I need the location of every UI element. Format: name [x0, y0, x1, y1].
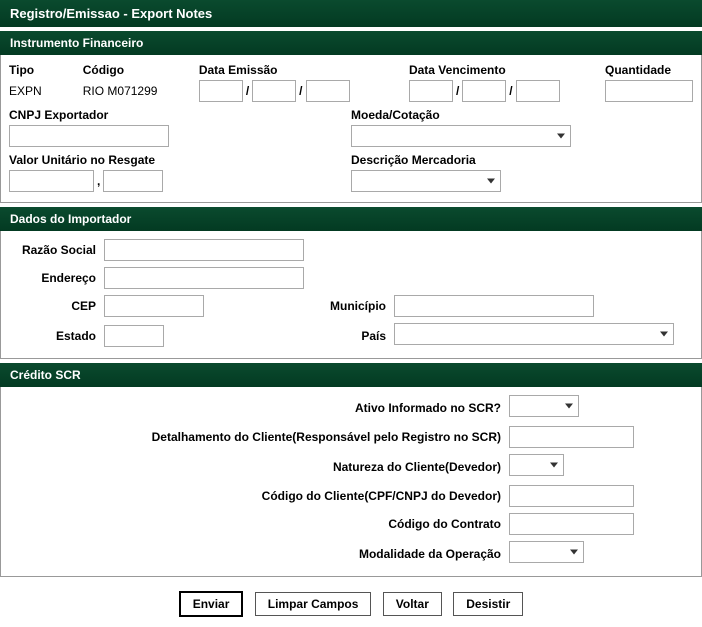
decimal-sep: , [94, 170, 103, 192]
data-venc-year[interactable] [516, 80, 560, 102]
detalhamento-input[interactable] [509, 426, 634, 448]
chevron-down-icon [660, 332, 668, 337]
chevron-down-icon [565, 404, 573, 409]
tipo-label: Tipo [9, 63, 61, 77]
estado-label: Estado [9, 329, 104, 343]
endereco-input[interactable] [104, 267, 304, 289]
codigo-cliente-label: Código do Cliente(CPF/CNPJ do Devedor) [9, 489, 509, 503]
municipio-input[interactable] [394, 295, 594, 317]
codigo-contrato-label: Código do Contrato [9, 517, 509, 531]
endereco-label: Endereço [9, 271, 104, 285]
pais-select[interactable] [394, 323, 674, 345]
codigo-contrato-input[interactable] [509, 513, 634, 535]
natureza-label: Natureza do Cliente(Devedor) [9, 460, 509, 474]
codigo-cliente-input[interactable] [509, 485, 634, 507]
date-sep: / [246, 80, 249, 102]
date-sep: / [509, 80, 512, 102]
data-emissao-label: Data Emissão [199, 63, 387, 77]
descricao-select[interactable] [351, 170, 501, 192]
ativo-select[interactable] [509, 395, 579, 417]
codigo-value: RIO M071299 [83, 80, 177, 102]
valor-unit-dec-input[interactable] [103, 170, 163, 192]
ativo-label: Ativo Informado no SCR? [9, 401, 509, 415]
chevron-down-icon [557, 134, 565, 139]
data-emissao-month[interactable] [252, 80, 296, 102]
descricao-label: Descrição Mercadoria [351, 153, 651, 167]
voltar-button[interactable]: Voltar [383, 592, 442, 616]
data-emissao-year[interactable] [306, 80, 350, 102]
razao-label: Razão Social [9, 243, 104, 257]
moeda-label: Moeda/Cotação [351, 108, 651, 122]
moeda-select[interactable] [351, 125, 571, 147]
section-instrumento: Tipo EXPN Código RIO M071299 Data Emissã… [0, 55, 702, 203]
detalhamento-label: Detalhamento do Cliente(Responsável pelo… [9, 430, 509, 444]
modalidade-select[interactable] [509, 541, 584, 563]
razao-input[interactable] [104, 239, 304, 261]
date-sep: / [299, 80, 302, 102]
section-scr-header: Crédito SCR [0, 363, 702, 387]
cep-input[interactable] [104, 295, 204, 317]
cnpj-label: CNPJ Exportador [9, 108, 329, 122]
chevron-down-icon [487, 179, 495, 184]
button-bar: Enviar Limpar Campos Voltar Desistir [0, 577, 702, 627]
section-importador-header: Dados do Importador [0, 207, 702, 231]
data-emissao-day[interactable] [199, 80, 243, 102]
section-scr: Ativo Informado no SCR? Detalhamento do … [0, 387, 702, 577]
pais-label: País [314, 329, 394, 343]
section-importador: Razão Social Endereço CEP Município Esta… [0, 231, 702, 359]
valor-unit-label: Valor Unitário no Resgate [9, 153, 329, 167]
data-venc-month[interactable] [462, 80, 506, 102]
chevron-down-icon [550, 463, 558, 468]
limpar-button[interactable]: Limpar Campos [255, 592, 372, 616]
municipio-label: Município [314, 299, 394, 313]
modalidade-label: Modalidade da Operação [9, 547, 509, 561]
cnpj-input[interactable] [9, 125, 169, 147]
quantidade-input[interactable] [605, 80, 693, 102]
data-vencimento-label: Data Vencimento [409, 63, 583, 77]
chevron-down-icon [570, 550, 578, 555]
section-instrumento-header: Instrumento Financeiro [0, 31, 702, 55]
estado-input[interactable] [104, 325, 164, 347]
enviar-button[interactable]: Enviar [179, 591, 244, 617]
valor-unit-int-input[interactable] [9, 170, 94, 192]
quantidade-label: Quantidade [605, 63, 693, 77]
tipo-value: EXPN [9, 80, 61, 102]
date-sep: / [456, 80, 459, 102]
natureza-select[interactable] [509, 454, 564, 476]
cep-label: CEP [9, 299, 104, 313]
desistir-button[interactable]: Desistir [453, 592, 523, 616]
codigo-label: Código [83, 63, 177, 77]
page-title: Registro/Emissao - Export Notes [0, 0, 702, 27]
data-venc-day[interactable] [409, 80, 453, 102]
